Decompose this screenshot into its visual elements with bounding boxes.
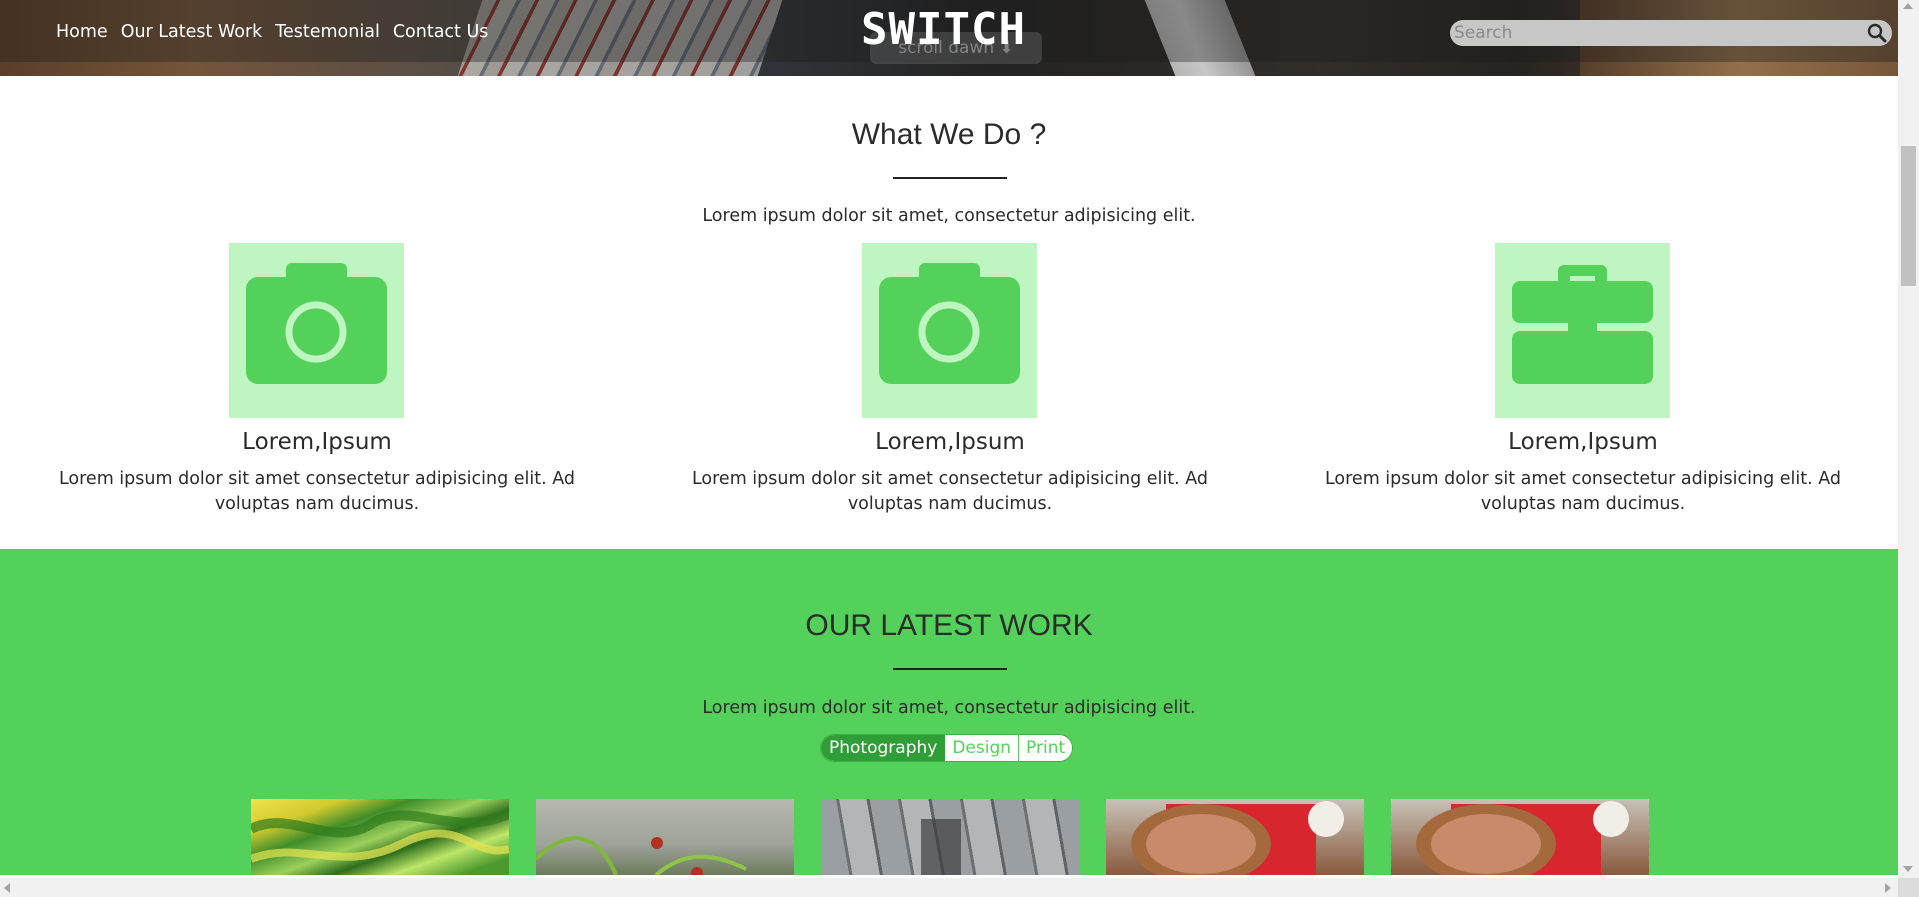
service-icon-box bbox=[862, 243, 1037, 418]
work-filter-group: Photography Design Print bbox=[820, 734, 1074, 762]
vertical-scrollbar-thumb[interactable] bbox=[1901, 146, 1916, 286]
filter-design[interactable]: Design bbox=[945, 735, 1018, 761]
scroll-down-arrow-icon[interactable] bbox=[1903, 866, 1913, 872]
nav-link-contact[interactable]: Contact Us bbox=[393, 22, 489, 42]
camera-icon bbox=[246, 263, 387, 384]
portfolio-thumbnail[interactable] bbox=[251, 799, 509, 875]
header-strip bbox=[0, 62, 1898, 76]
site-header: Home Our Latest Work Testemonial Contact… bbox=[0, 0, 1898, 76]
horizontal-scrollbar[interactable] bbox=[0, 878, 1898, 897]
portfolio-thumbnail[interactable] bbox=[821, 799, 1079, 875]
briefcase-icon bbox=[1512, 265, 1653, 384]
green-abstract-photo bbox=[251, 809, 509, 863]
service-text: Lorem ipsum dolor sit amet consectetur a… bbox=[1324, 469, 1842, 514]
what-we-do-subtitle: Lorem ipsum dolor sit amet, consectetur … bbox=[702, 206, 1196, 226]
nav-link-latest-work[interactable]: Our Latest Work bbox=[121, 22, 263, 42]
scroll-right-arrow-icon[interactable] bbox=[1885, 883, 1891, 893]
vertical-scrollbar[interactable] bbox=[1898, 0, 1919, 878]
nav-link-testimonial[interactable]: Testemonial bbox=[275, 22, 380, 42]
service-title: Lorem,Ipsum bbox=[242, 429, 392, 455]
filter-photography[interactable]: Photography bbox=[821, 735, 946, 761]
service-text: Lorem ipsum dolor sit amet consectetur a… bbox=[691, 469, 1209, 514]
main-nav: Home Our Latest Work Testemonial Contact… bbox=[56, 22, 488, 42]
service-title: Lorem,Ipsum bbox=[875, 429, 1025, 455]
portfolio-thumbnail[interactable] bbox=[536, 799, 794, 875]
service-icon-box bbox=[229, 243, 404, 418]
scroll-left-arrow-icon[interactable] bbox=[4, 883, 10, 893]
site-logo[interactable]: SWITCH bbox=[861, 4, 1026, 55]
latest-work-subtitle: Lorem ipsum dolor sit amet, consectetur … bbox=[702, 698, 1196, 718]
latest-work-title: OUR LATEST WORK bbox=[805, 609, 1093, 642]
latest-work-divider bbox=[893, 668, 1007, 670]
nav-link-home[interactable]: Home bbox=[56, 22, 108, 42]
service-icon-box bbox=[1495, 243, 1670, 418]
camera-icon bbox=[879, 263, 1020, 384]
what-we-do-divider bbox=[893, 177, 1007, 179]
search-icon[interactable] bbox=[1866, 23, 1888, 43]
portfolio-thumbnail[interactable] bbox=[1391, 799, 1649, 875]
ladybug-photo bbox=[536, 836, 747, 875]
portfolio-thumbnail[interactable] bbox=[1106, 799, 1364, 875]
pizza-photo bbox=[1131, 801, 1344, 875]
search-bar bbox=[1450, 20, 1892, 46]
pizza-photo bbox=[1416, 801, 1629, 875]
boardwalk-photo bbox=[921, 819, 961, 875]
search-input[interactable] bbox=[1454, 20, 1854, 46]
scrollbar-corner bbox=[1898, 878, 1919, 897]
service-title: Lorem,Ipsum bbox=[1508, 429, 1658, 455]
filter-print[interactable]: Print bbox=[1018, 735, 1072, 761]
scroll-up-arrow-icon[interactable] bbox=[1903, 3, 1913, 9]
service-text: Lorem ipsum dolor sit amet consectetur a… bbox=[58, 469, 576, 514]
what-we-do-title: What We Do ? bbox=[851, 118, 1047, 151]
